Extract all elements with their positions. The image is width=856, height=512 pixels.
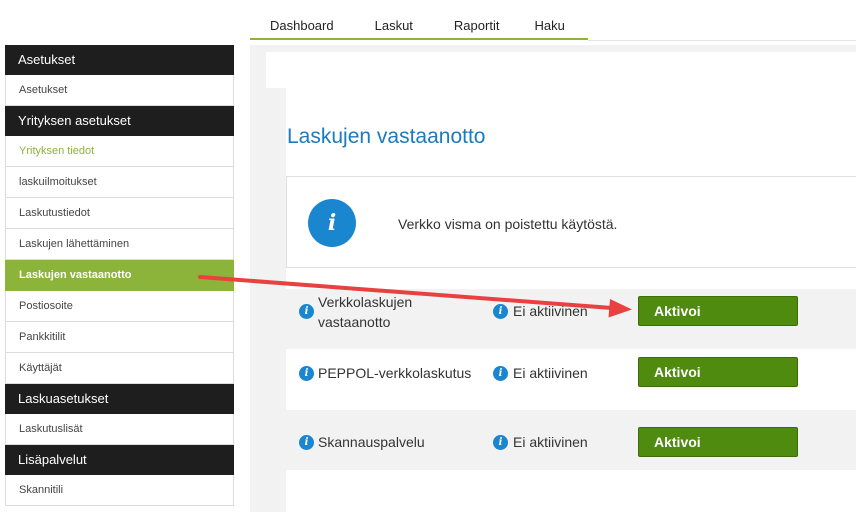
service-row-skannauspalvelu: i Skannauspalvelu i Ei aktiivinen Aktivo… (286, 410, 856, 470)
sidebar-item-pankkitilit[interactable]: Pankkitilit (5, 322, 234, 353)
info-icon[interactable]: i (299, 366, 314, 381)
page-title: Laskujen vastaanotto (287, 125, 486, 148)
sidebar-header-lisapalvelut: Lisäpalvelut (5, 445, 234, 475)
sidebar-item-asetukset[interactable]: Asetukset (5, 75, 234, 106)
tab-laskut[interactable]: Laskut (375, 8, 413, 38)
sidebar-header-laskuasetukset: Laskuasetukset (5, 384, 234, 414)
sidebar-header-asetukset: Asetukset (5, 45, 234, 75)
sidebar-header-yrityksen-asetukset: Yrityksen asetukset (5, 106, 234, 136)
sidebar-item-laskujen-lahettaminen[interactable]: Laskujen lähettäminen (5, 229, 234, 260)
service-name: Skannauspalvelu (318, 434, 425, 450)
sidebar-item-laskujen-vastaanotto[interactable]: Laskujen vastaanotto (5, 260, 234, 291)
service-name-line2: vastaanotto (318, 314, 391, 330)
topnav-divider (588, 40, 856, 41)
sidebar-item-kayttajat[interactable]: Käyttäjät (5, 353, 234, 384)
info-message: Verkko visma on poistettu käytöstä. (398, 216, 618, 232)
info-icon[interactable]: i (493, 366, 508, 381)
tab-raportit[interactable]: Raportit (454, 8, 500, 38)
tab-haku[interactable]: Haku (534, 8, 564, 38)
sidebar-item-laskutustiedot[interactable]: Laskutustiedot (5, 198, 234, 229)
service-row-peppol: i PEPPOL-verkkolaskutus i Ei aktiivinen … (286, 349, 856, 410)
service-name: PEPPOL-verkkolaskutus (318, 365, 472, 381)
service-status: Ei aktiivinen (513, 303, 588, 319)
info-icon[interactable]: i (299, 304, 314, 319)
service-name-line1: Verkkolaskujen (318, 294, 413, 310)
top-navigation: Dashboard Laskut Raportit Haku (250, 8, 588, 40)
activate-button[interactable]: Aktivoi (638, 427, 798, 457)
sidebar-item-postiosoite[interactable]: Postiosoite (5, 291, 234, 322)
activate-button[interactable]: Aktivoi (638, 296, 798, 326)
activate-button[interactable]: Aktivoi (638, 357, 798, 387)
service-row-verkkolaskujen-vastaanotto: i Verkkolaskujen vastaanotto i Ei aktiiv… (286, 289, 856, 349)
sidebar: Asetukset Asetukset Yrityksen asetukset … (5, 45, 234, 506)
sidebar-item-laskuilmoitukset[interactable]: laskuilmoitukset (5, 167, 234, 198)
service-status: Ei aktiivinen (513, 365, 588, 381)
service-status: Ei aktiivinen (513, 434, 588, 450)
tab-dashboard[interactable]: Dashboard (270, 8, 334, 38)
info-icon[interactable]: i (493, 435, 508, 450)
sidebar-item-yrityksen-tiedot[interactable]: Yrityksen tiedot (5, 136, 234, 167)
sidebar-item-skannitili[interactable]: Skannitili (5, 475, 234, 506)
info-icon[interactable]: i (493, 304, 508, 319)
info-icon[interactable]: i (299, 435, 314, 450)
info-icon: i (308, 199, 356, 247)
info-box: i Verkko visma on poistettu käytöstä. (286, 176, 856, 268)
service-name: Verkkolaskujen vastaanotto (318, 292, 412, 332)
sidebar-item-laskutuslisat[interactable]: Laskutuslisät (5, 414, 234, 445)
